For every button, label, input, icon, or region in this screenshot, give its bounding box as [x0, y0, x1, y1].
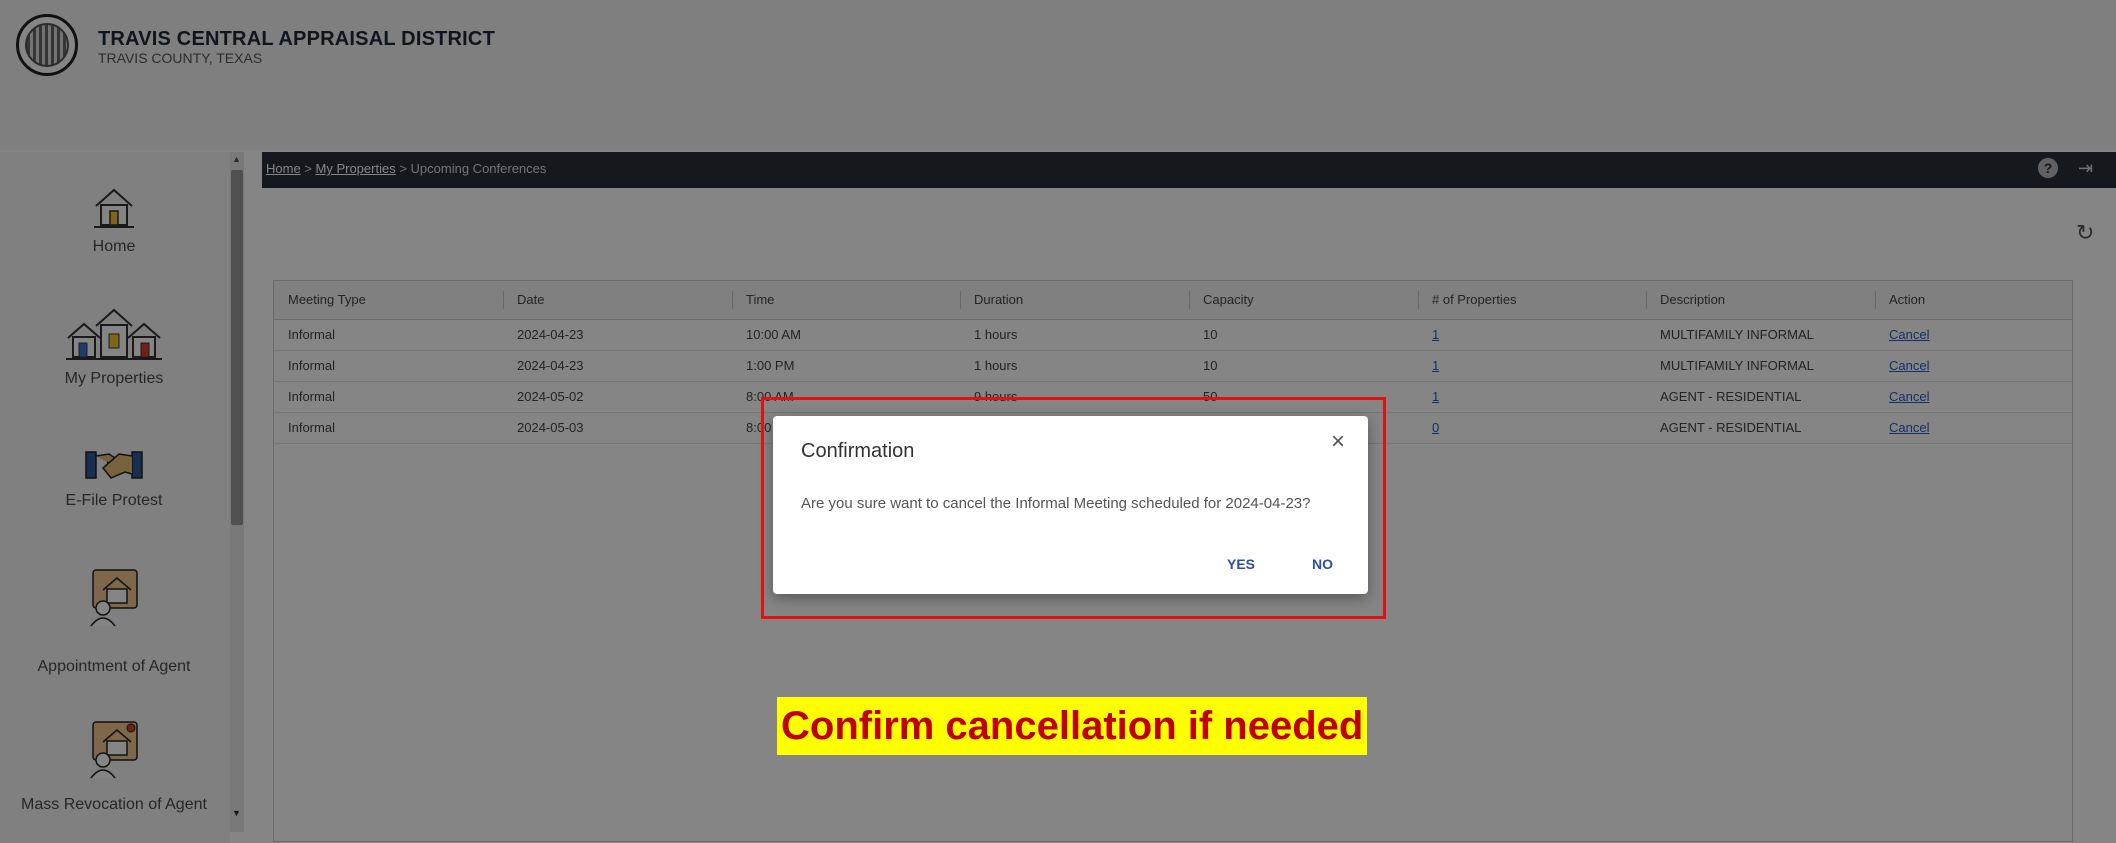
highlight-box [761, 397, 1386, 619]
annotation-caption: Confirm cancellation if needed [777, 697, 1368, 755]
